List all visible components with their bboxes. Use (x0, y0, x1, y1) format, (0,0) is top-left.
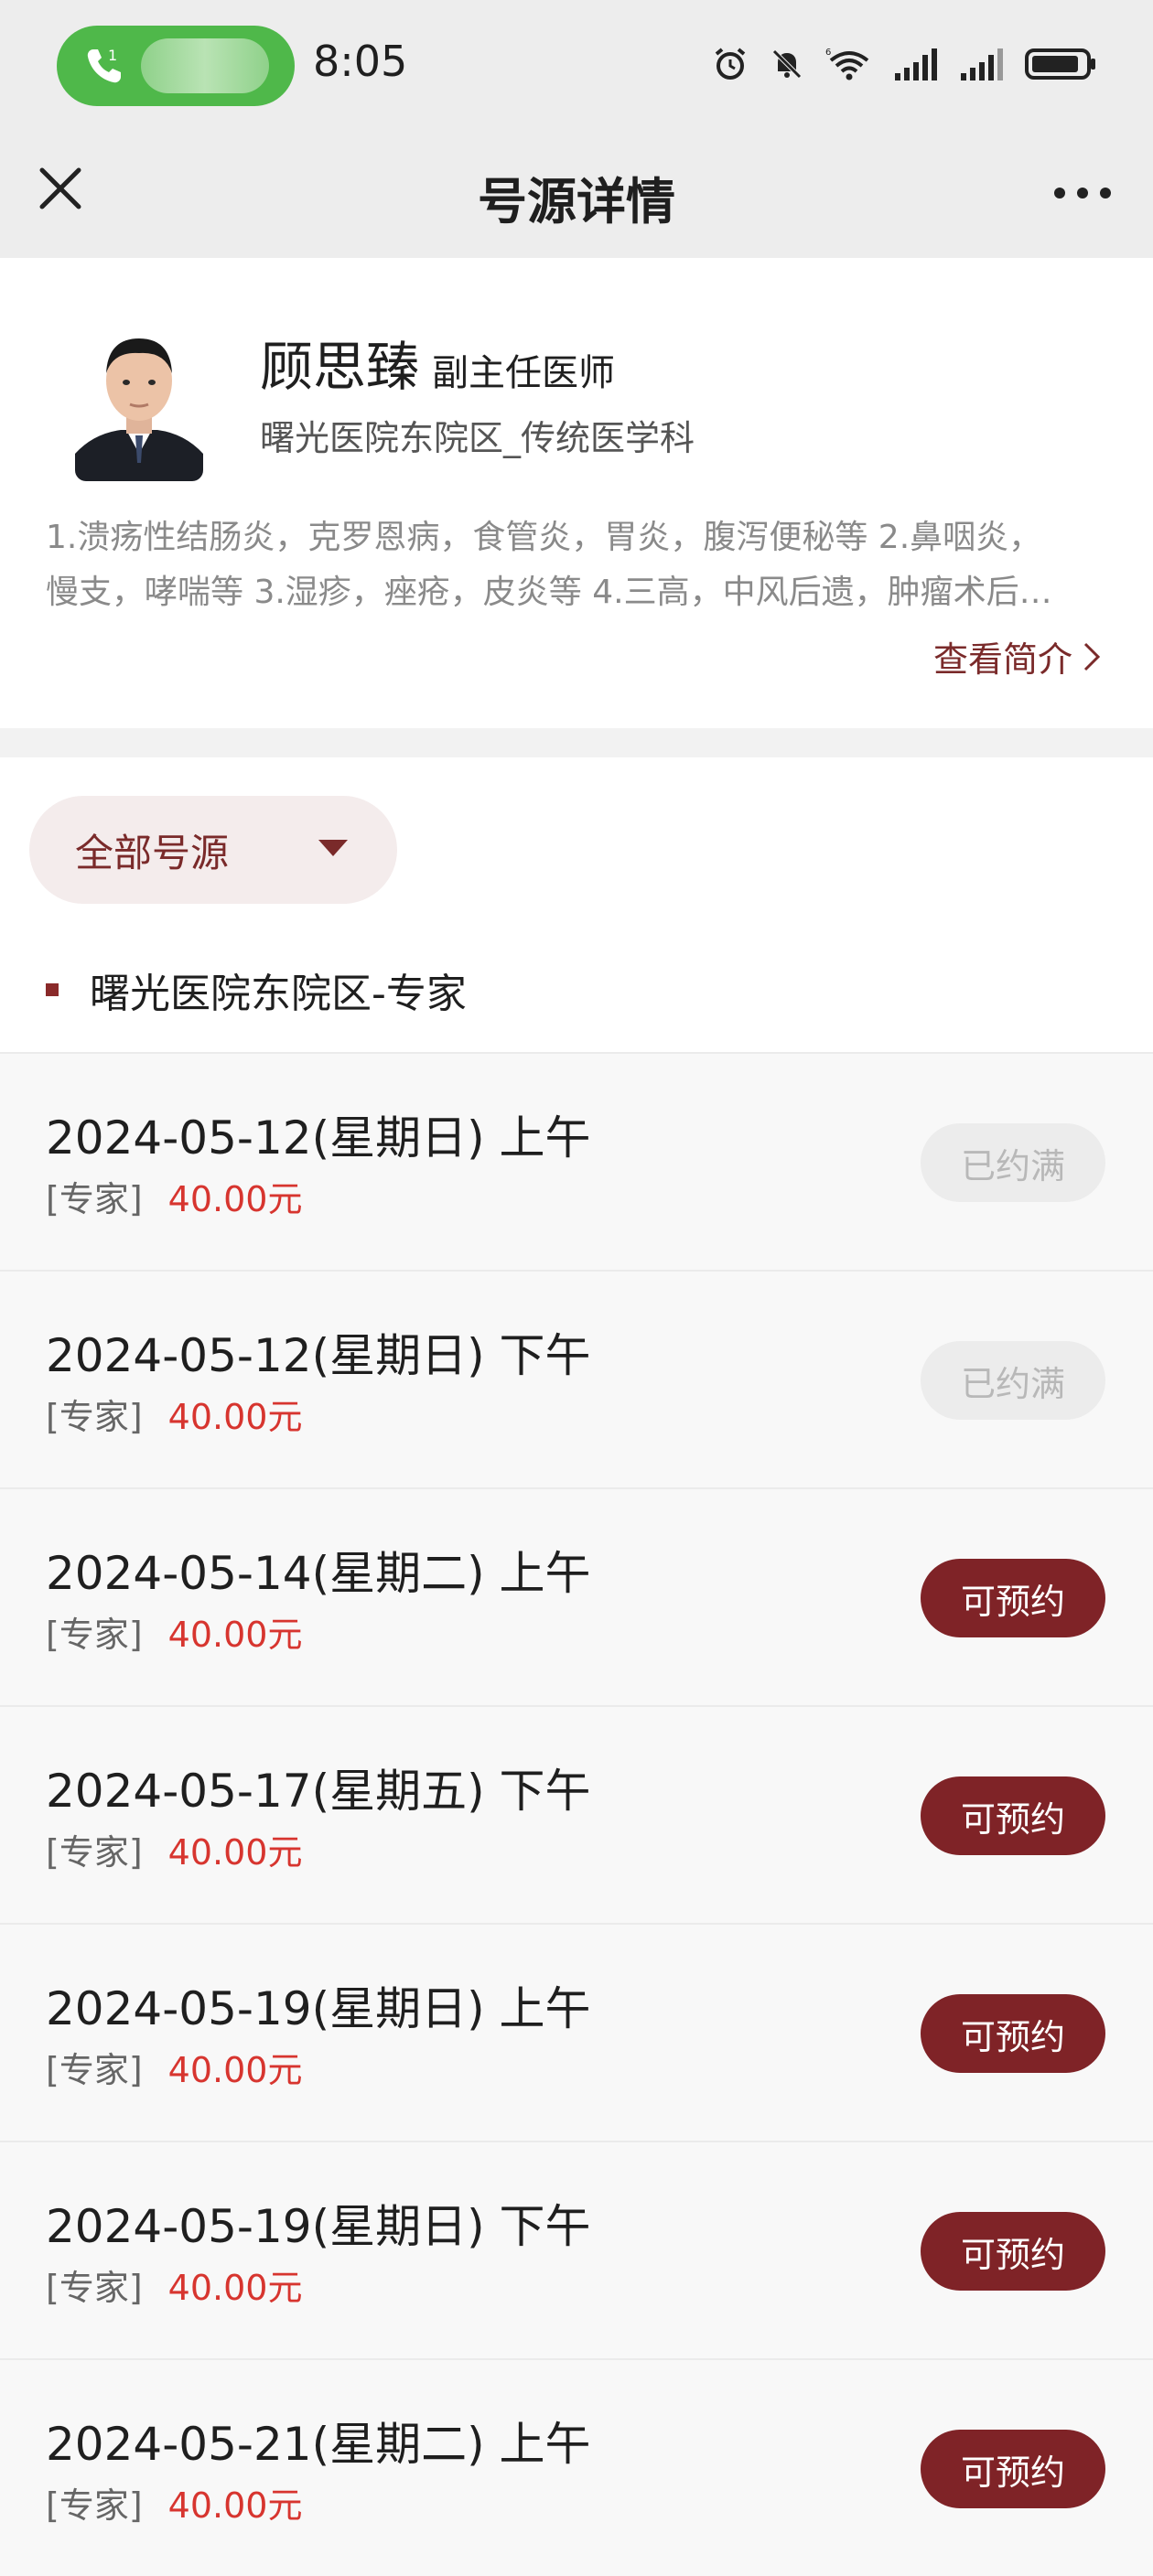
slot-row[interactable]: 2024-05-19(星期日) 下午 [专家] 40.00元 可预约 (0, 2141, 1153, 2358)
filter-label: 全部号源 (75, 830, 230, 875)
slot-price: 40.00元 (167, 1397, 303, 1437)
specialties-line-2: 慢支，哮喘等 3.湿疹，痤疮，皮炎等 4.三高，中风后遗，肿瘤术后… (46, 574, 1052, 611)
slot-price: 40.00元 (167, 2485, 303, 2526)
doctor-specialties: 1.溃疡性结肠炎，克罗恩病，食管炎，胃炎，腹泻便秘等 2.鼻咽炎， 慢支，哮喘等… (46, 510, 1098, 620)
view-intro-label: 查看简介 (932, 639, 1072, 680)
nav-bar: 号源详情 (0, 128, 1153, 258)
view-intro-link[interactable]: 查看简介 (933, 631, 1102, 682)
slot-meta: [专家] 40.00元 (46, 2259, 302, 2310)
specialties-line-1: 1.溃疡性结肠炎，克罗恩病，食管炎，胃炎，腹泻便秘等 2.鼻咽炎， (46, 519, 1042, 556)
doctor-name-row: 顾思臻 副主任医师 (260, 324, 615, 401)
slot-price: 40.00元 (167, 2050, 303, 2090)
slot-date: 2024-05-19(星期日) 上午 (46, 1982, 591, 2035)
slot-date: 2024-05-12(星期日) 上午 (46, 1111, 591, 1165)
slot-date: 2024-05-17(星期五) 下午 (46, 1765, 591, 1818)
alarm-icon (715, 48, 746, 80)
slot-date: 2024-05-21(星期二) 上午 (46, 2418, 591, 2471)
doctor-name: 顾思臻 (260, 336, 420, 398)
slot-row[interactable]: 2024-05-14(星期二) 上午 [专家] 40.00元 可预约 (0, 1487, 1153, 1705)
wifi-icon: 6 (825, 48, 869, 80)
source-filter-dropdown[interactable]: 全部号源 (29, 796, 397, 904)
slot-row[interactable]: 2024-05-12(星期日) 下午 [专家] 40.00元 已约满 (0, 1270, 1153, 1487)
book-button[interactable]: 可预约 (921, 1994, 1105, 2073)
slot-meta: [专家] 40.00元 (46, 1824, 302, 1874)
slot-date: 2024-05-19(星期日) 下午 (46, 2200, 591, 2253)
slot-type: [专家] (46, 2485, 143, 2526)
more-options-icon[interactable] (1051, 179, 1115, 207)
page-title: 号源详情 (478, 173, 675, 231)
status-icons: 6 (712, 37, 1098, 91)
mute-bell-icon (772, 49, 802, 79)
slot-meta: [专家] 40.00元 (46, 1389, 302, 1439)
slot-type: [专家] (46, 2050, 143, 2090)
slot-price: 40.00元 (167, 1832, 303, 1873)
battery-icon (1025, 48, 1095, 80)
blurred-contact (141, 38, 269, 93)
signal-icon-2 (961, 48, 1003, 80)
slot-list: 2024-05-12(星期日) 上午 [专家] 40.00元 已约满 2024-0… (0, 1052, 1153, 2576)
status-bar: 1 8:05 6 (0, 0, 1153, 128)
section-marker (46, 983, 59, 996)
doctor-card: 顾思臻 副主任医师 曙光医院东院区_传统医学科 1.溃疡性结肠炎，克罗恩病，食管炎… (0, 258, 1153, 728)
svg-text:6: 6 (825, 48, 831, 58)
slot-type: [专家] (46, 2268, 143, 2308)
ongoing-call-pill[interactable]: 1 (57, 26, 295, 106)
slot-row[interactable]: 2024-05-12(星期日) 上午 [专家] 40.00元 已约满 (0, 1052, 1153, 1270)
slot-meta: [专家] 40.00元 (46, 1171, 302, 1221)
phone-icon: 1 (87, 47, 121, 83)
slot-type: [专家] (46, 1179, 143, 1219)
slot-type: [专家] (46, 1615, 143, 1655)
slot-price: 40.00元 (167, 2268, 303, 2308)
slot-meta: [专家] 40.00元 (46, 2042, 302, 2092)
book-button[interactable]: 可预约 (921, 1559, 1105, 1637)
slot-price: 40.00元 (167, 1179, 303, 1219)
status-time: 8:05 (313, 37, 408, 86)
slot-row[interactable]: 2024-05-21(星期二) 上午 [专家] 40.00元 可预约 (0, 2358, 1153, 2576)
slot-status-button: 已约满 (921, 1341, 1105, 1420)
chevron-right-icon (1083, 642, 1101, 671)
doctor-title: 副主任医师 (432, 352, 616, 394)
slot-row[interactable]: 2024-05-19(星期日) 上午 [专家] 40.00元 可预约 (0, 1923, 1153, 2141)
book-button[interactable]: 可预约 (921, 2212, 1105, 2291)
doctor-department: 曙光医院东院区_传统医学科 (260, 418, 695, 458)
call-count-badge: 1 (108, 47, 117, 64)
slot-status-button: 已约满 (921, 1123, 1105, 1202)
section-title: 曙光医院东院区-专家 (90, 971, 467, 1017)
slot-price: 40.00元 (167, 1615, 303, 1655)
slot-date: 2024-05-12(星期日) 下午 (46, 1329, 591, 1382)
slot-meta: [专家] 40.00元 (46, 2477, 302, 2528)
book-button[interactable]: 可预约 (921, 1776, 1105, 1855)
slot-type: [专家] (46, 1397, 143, 1437)
book-button[interactable]: 可预约 (921, 2430, 1105, 2508)
section-divider (0, 728, 1153, 757)
doctor-avatar (75, 317, 203, 481)
slot-type: [专家] (46, 1832, 143, 1873)
caret-down-icon (318, 840, 348, 856)
section-header: 曙光医院东院区-专家 (46, 961, 467, 1019)
slot-meta: [专家] 40.00元 (46, 1606, 302, 1657)
signal-icon-1 (895, 48, 937, 80)
slot-row[interactable]: 2024-05-17(星期五) 下午 [专家] 40.00元 可预约 (0, 1705, 1153, 1923)
slot-date: 2024-05-14(星期二) 上午 (46, 1547, 591, 1600)
